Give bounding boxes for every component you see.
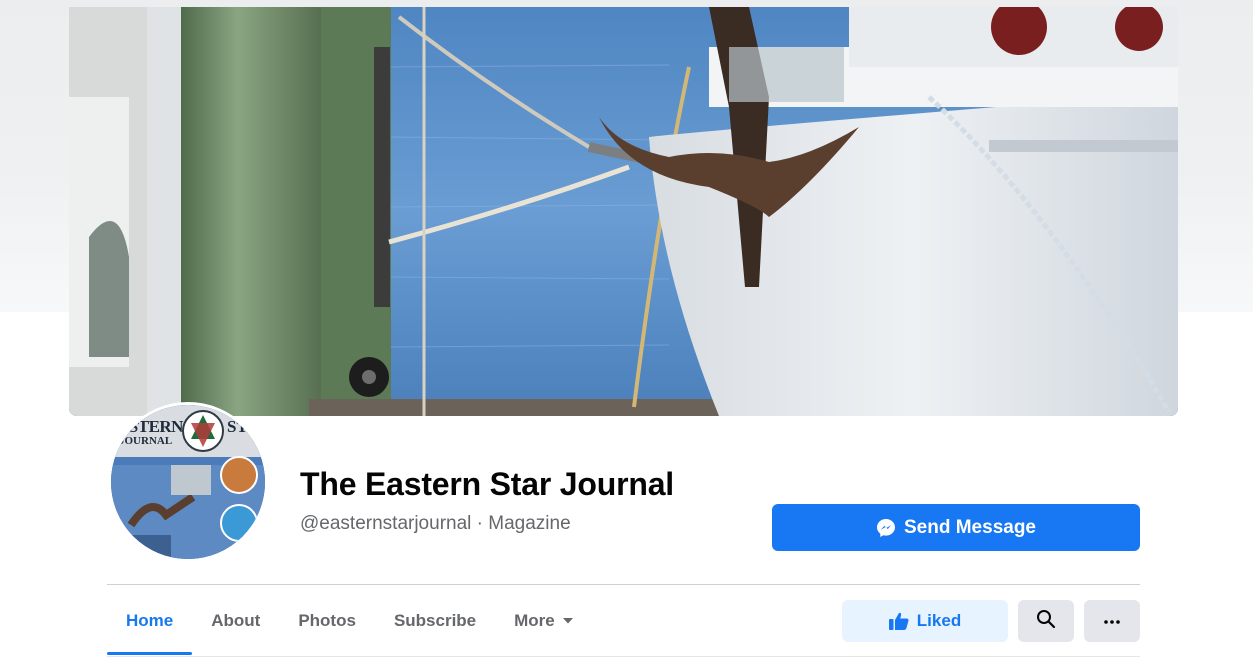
tab-more-label: More [514,611,555,630]
liked-label: Liked [916,611,962,630]
profile-avatar-image: ASTERN STA JOURNAL [111,405,265,559]
caret-down-icon [562,617,574,625]
tab-subscribe-label: Subscribe [393,611,477,630]
ellipsis-icon [1103,612,1121,630]
more-options-button[interactable] [1084,600,1140,642]
tab-about[interactable]: About [192,599,279,643]
liked-button[interactable]: Liked [842,600,1008,642]
tabs-bottom-border [107,656,1140,657]
avatar-logo-text-left: ASTERN [117,417,183,436]
cover-photo[interactable] [69,7,1178,416]
search-button[interactable] [1018,600,1074,642]
page-tabs: Home About Photos Subscribe More [107,599,593,657]
thumbs-up-icon [888,612,909,630]
profile-avatar[interactable]: ASTERN STA JOURNAL [108,402,268,562]
cover-photo-illustration [69,7,1178,416]
tab-more[interactable]: More [495,599,593,643]
tab-home-label: Home [126,611,174,630]
tab-photos[interactable]: Photos [279,599,375,643]
messenger-icon [876,518,896,538]
avatar-logo-text-right: STA [227,417,259,436]
avatar-logo-text-sub: JOURNAL [119,435,173,447]
send-message-button[interactable]: Send Message [772,504,1140,551]
search-icon [1036,609,1056,634]
tab-photos-label: Photos [298,611,356,630]
page-title: The Eastern Star Journal [300,466,674,502]
header-divider [107,584,1140,585]
tab-subscribe[interactable]: Subscribe [375,599,495,643]
send-message-label: Send Message [904,516,1036,538]
page-subtitle: @easternstarjournal · Magazine [300,513,571,534]
tab-about-label: About [211,611,261,630]
tab-home[interactable]: Home [107,599,193,655]
